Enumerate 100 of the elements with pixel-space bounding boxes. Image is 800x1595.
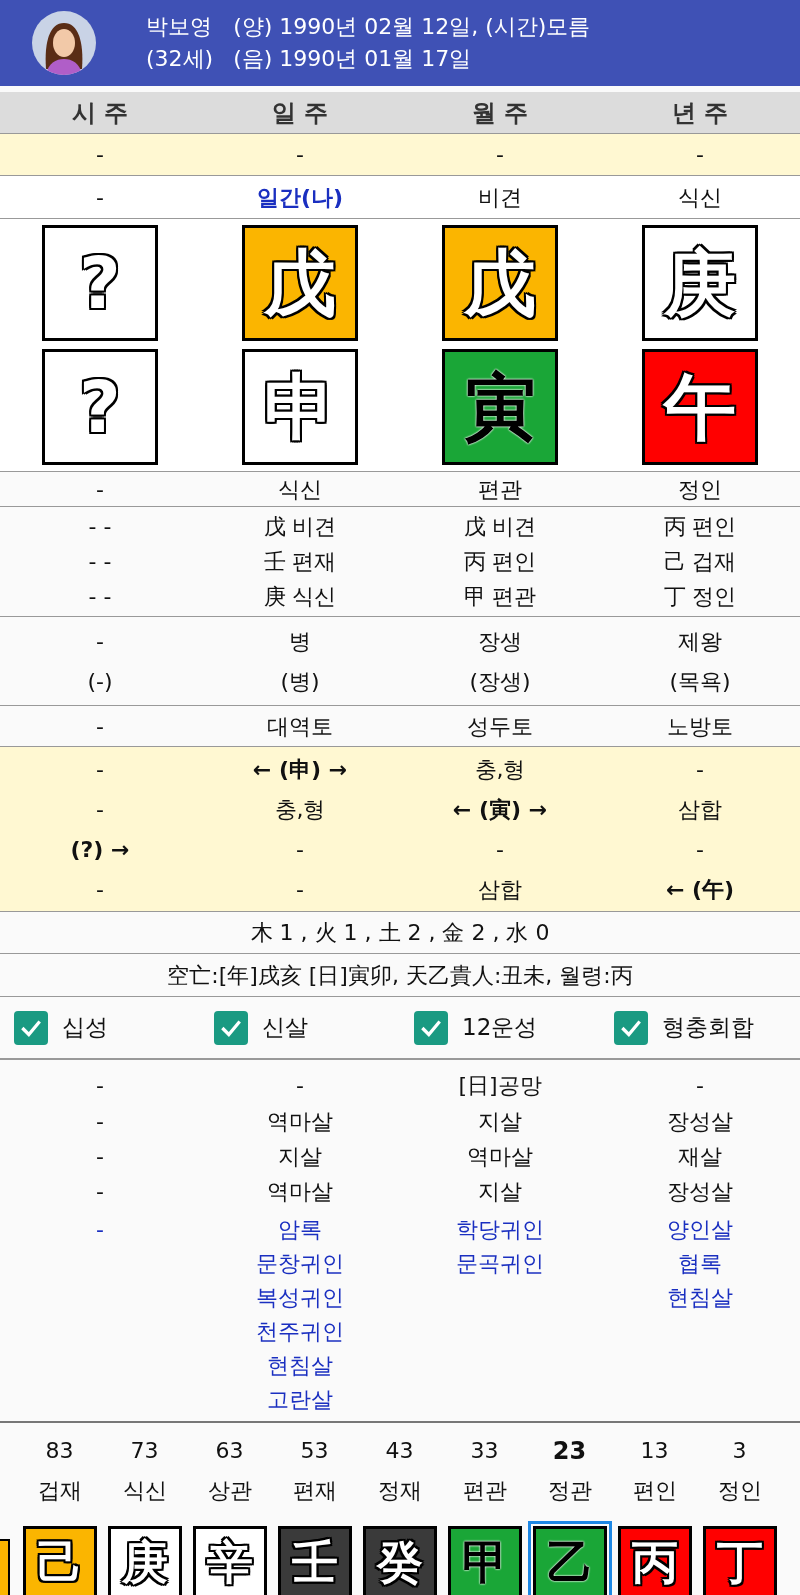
lucky-star-label: 천주귀인	[256, 1318, 344, 1346]
table-cell-text: -	[496, 141, 504, 169]
branch-god: 식신	[278, 475, 322, 504]
cycle-god: 편관	[462, 1477, 507, 1505]
life-stage: (-)	[87, 667, 113, 696]
checkbox[interactable]	[14, 1010, 48, 1045]
hidden-stem: - -	[88, 513, 112, 541]
cycle-god: 편인	[632, 1477, 677, 1505]
solar-birth-date: (양) 1990년 02월 12일, (시간)모름	[233, 13, 591, 41]
shinsal-cell-text: -	[96, 1143, 104, 1171]
hidden-stem: 丙 편인	[463, 548, 537, 576]
checkbox-label[interactable]: 십성	[62, 1010, 108, 1045]
shinsal-cell-text: 재살	[678, 1143, 722, 1171]
relation-cell-text: 삼합	[478, 875, 522, 904]
lucky-star-label: 암록	[278, 1216, 322, 1244]
napeum-element: 성두토	[467, 712, 533, 741]
cycle-age: 33	[470, 1437, 499, 1465]
relation-cell-text: 삼합	[678, 795, 722, 824]
cycle-age: 43	[385, 1437, 414, 1465]
hidden-stem: 己 겁재	[663, 548, 737, 576]
cycle-age: 83	[45, 1437, 74, 1465]
shinsal-cell-text: 장성살	[667, 1108, 733, 1136]
stem-tile: ?	[42, 225, 158, 341]
person-name: 박보영	[146, 13, 213, 41]
hidden-stem: - -	[88, 583, 112, 611]
cycle-god: 정재	[377, 1477, 422, 1505]
lucky-star-label: 현침살	[667, 1284, 733, 1312]
life-stage: -	[96, 627, 104, 656]
cycle-god: 상관	[207, 1477, 252, 1505]
lucky-star-label: -	[96, 1216, 104, 1244]
checkbox-label[interactable]: 형충회합	[662, 1010, 754, 1045]
stem-tile: 庚	[642, 225, 758, 341]
hidden-stem: 庚 식신	[263, 583, 337, 611]
cycle-god: 식신	[122, 1477, 167, 1505]
lucky-star-label: 고란살	[267, 1386, 333, 1414]
hidden-stem: 丁 정인	[663, 583, 737, 611]
shinsal-cell-text: 역마살	[267, 1108, 333, 1136]
life-stage: 제왕	[678, 627, 722, 656]
hidden-stem: 甲 편관	[463, 583, 537, 611]
cycle-age: 53	[300, 1437, 329, 1465]
shinsal-cell-text: 지살	[478, 1178, 522, 1206]
life-stage: 장생	[478, 627, 522, 656]
shinsal-cell-text: 장성살	[667, 1178, 733, 1206]
life-stage: 병	[289, 627, 311, 656]
lucky-star-label: 문창귀인	[256, 1250, 344, 1278]
lucky-star-label: 양인살	[667, 1216, 733, 1244]
checkbox-label[interactable]: 12운성	[462, 1010, 538, 1045]
element-counts: 木 1 , 火 1 , 土 2 , 金 2 , 水 0	[250, 919, 550, 947]
void-summary: 空亡:[年]戌亥 [日]寅卯, 天乙貴人:丑未, 월령:丙	[167, 961, 633, 990]
cycle-age: 13	[640, 1437, 669, 1465]
stem-god: 비견	[478, 183, 522, 212]
cycle-age: 73	[130, 1437, 159, 1465]
branch-tile: ?	[42, 349, 158, 465]
relation-cell-text: -	[296, 875, 304, 904]
cycle-age: 3	[732, 1437, 747, 1465]
table-cell-text: -	[296, 141, 304, 169]
branch-tile: 申	[242, 349, 358, 465]
hidden-stem: - -	[88, 548, 112, 576]
shinsal-cell-text: 지살	[478, 1108, 522, 1136]
life-stage: (병)	[280, 667, 320, 696]
shinsal-cell-text: -	[696, 1071, 704, 1100]
stem-god: 식신	[678, 183, 722, 212]
column-header: 시 주	[71, 97, 129, 129]
shinsal-cell-text: -	[96, 1071, 104, 1100]
hidden-stem: 壬 편재	[263, 548, 337, 576]
cycle-age: 63	[215, 1437, 244, 1465]
cycle-age: 23	[552, 1436, 587, 1467]
lunar-birth-date: (음) 1990년 01월 17일	[233, 45, 473, 73]
person-age: (32세)	[146, 45, 214, 73]
stem-god: -	[96, 183, 104, 212]
cycle-god: 정관	[547, 1477, 592, 1505]
lucky-star-label: 학당귀인	[456, 1216, 544, 1244]
checkbox[interactable]	[214, 1010, 248, 1045]
shinsal-cell-text: 역마살	[267, 1178, 333, 1206]
column-header: 년 주	[671, 97, 729, 129]
shinsal-cell-text: -	[96, 1178, 104, 1206]
relation-cell-text: 충,형	[474, 755, 526, 784]
lucky-star-label: 협록	[678, 1250, 722, 1278]
relation-cell-text: 충,형	[274, 795, 326, 824]
stem-god: 일간(나)	[256, 183, 344, 212]
cycle-god: 정인	[717, 1477, 762, 1505]
branch-tile: 寅	[442, 349, 558, 465]
column-header: 월 주	[471, 97, 529, 129]
checkbox[interactable]	[614, 1010, 648, 1045]
lucky-star-label: 현침살	[267, 1352, 333, 1380]
life-stage: (장생)	[469, 667, 531, 696]
branch-god: 편관	[478, 475, 522, 504]
relation-cell-text: ← (申) →	[252, 755, 348, 784]
cycle-god: 편재	[292, 1477, 337, 1505]
checkbox[interactable]	[414, 1010, 448, 1045]
hidden-stem: 戊 비견	[463, 513, 537, 541]
relation-cell-text: (?) →	[70, 835, 130, 864]
napeum-element: -	[96, 712, 104, 741]
partial-tile	[0, 1539, 10, 1595]
stem-tile: 戊	[242, 225, 358, 341]
relation-cell-text: -	[696, 755, 704, 784]
checkbox-label[interactable]: 신살	[262, 1010, 308, 1045]
shinsal-cell-text: 역마살	[467, 1143, 533, 1171]
table-cell-text: -	[696, 141, 704, 169]
column-header: 일 주	[271, 97, 329, 129]
